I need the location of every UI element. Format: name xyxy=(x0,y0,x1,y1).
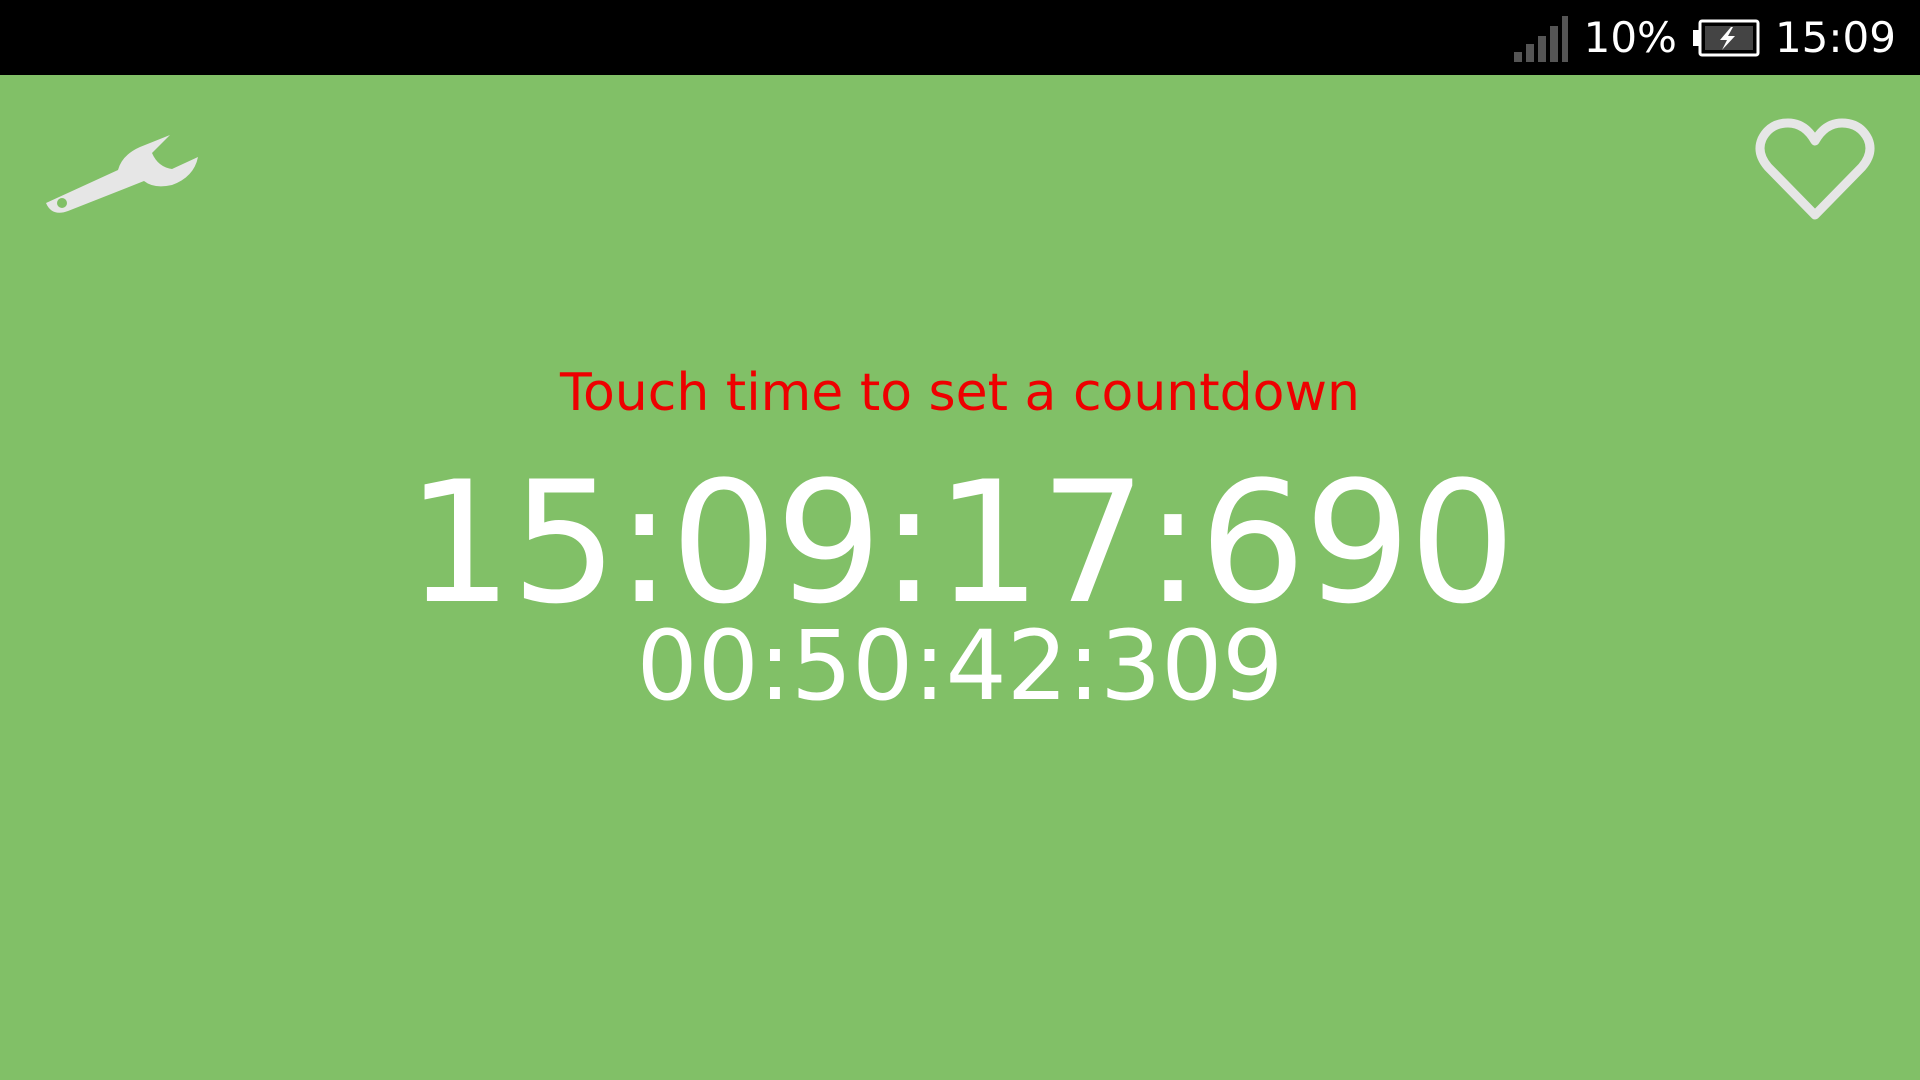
battery-charging-icon xyxy=(1692,19,1760,56)
favorite-button[interactable] xyxy=(1750,115,1880,230)
battery-percent: 10% xyxy=(1583,13,1677,62)
signal-strength-icon xyxy=(1513,15,1568,62)
settings-button[interactable] xyxy=(40,115,210,230)
timer-screen: Touch time to set a countdown 15:09:17:6… xyxy=(0,75,1920,1080)
wrench-icon xyxy=(46,135,198,213)
countdown-hint: Touch time to set a countdown xyxy=(560,363,1360,423)
status-bar: 10% 15:09 xyxy=(0,0,1920,75)
countdown-display: 00:50:42:309 xyxy=(636,610,1284,722)
heart-outline-icon xyxy=(1755,118,1875,220)
status-indicators: 10% 15:09 xyxy=(1512,0,1896,75)
status-clock: 15:09 xyxy=(1774,13,1896,62)
